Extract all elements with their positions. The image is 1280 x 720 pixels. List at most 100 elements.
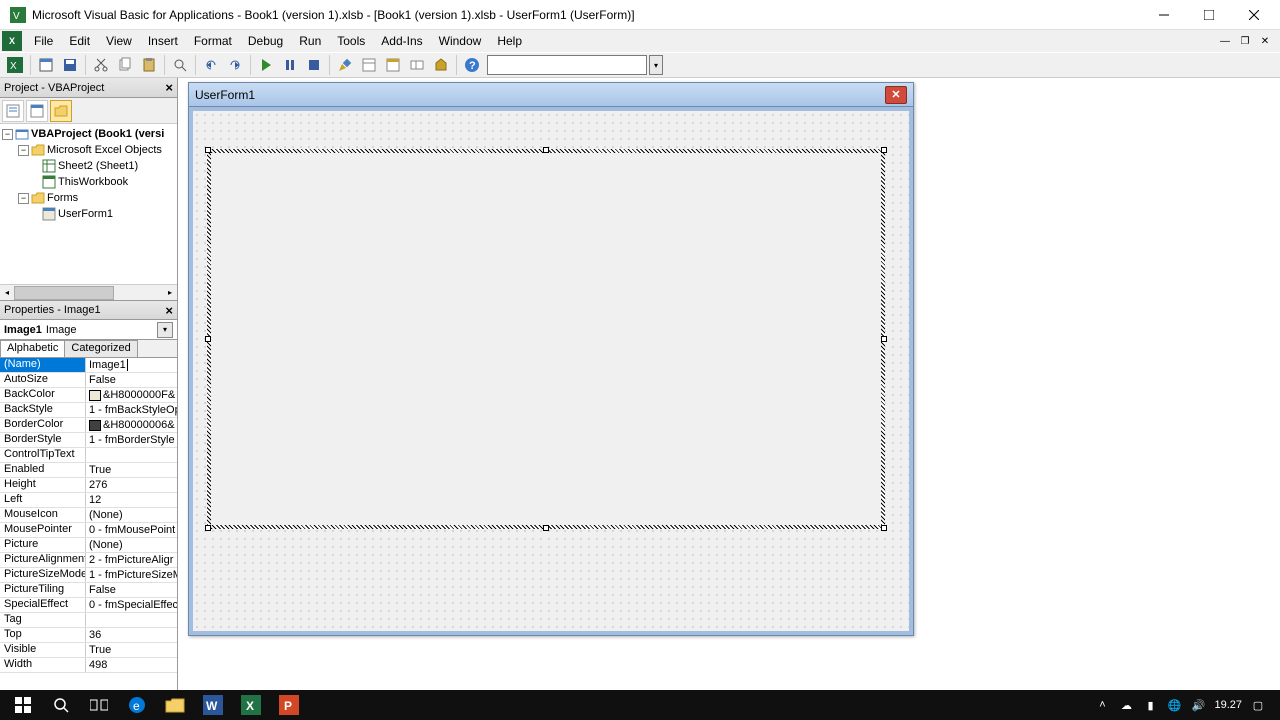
tree-userform[interactable]: UserForm1: [58, 208, 113, 220]
property-row[interactable]: ControlTipText: [0, 448, 177, 463]
property-value[interactable]: (None): [86, 508, 177, 522]
properties-grid[interactable]: (Name)Image1AutoSizeFalseBackColor&H8000…: [0, 358, 177, 690]
property-row[interactable]: PictureTilingFalse: [0, 583, 177, 598]
design-mode-button[interactable]: [334, 54, 356, 76]
property-row[interactable]: PictureSizeMode1 - fmPictureSizeM: [0, 568, 177, 583]
resize-handle-s[interactable]: [543, 525, 549, 531]
property-value[interactable]: True: [86, 643, 177, 657]
save-button[interactable]: [59, 54, 81, 76]
find-button[interactable]: [169, 54, 191, 76]
property-row[interactable]: SpecialEffect0 - fmSpecialEffec: [0, 598, 177, 613]
break-button[interactable]: [279, 54, 301, 76]
procedure-dropdown-arrow[interactable]: ▾: [649, 55, 663, 75]
property-value[interactable]: 2 - fmPictureAligr: [86, 553, 177, 567]
property-row[interactable]: Tag: [0, 613, 177, 628]
taskbar-explorer[interactable]: [156, 690, 194, 720]
tray-chevron-icon[interactable]: ˄: [1094, 697, 1110, 713]
toggle-folders-button[interactable]: [50, 100, 72, 122]
property-value[interactable]: 12: [86, 493, 177, 507]
menu-window[interactable]: Window: [431, 32, 490, 50]
property-row[interactable]: Width498: [0, 658, 177, 673]
tree-sheet[interactable]: Sheet2 (Sheet1): [58, 160, 138, 172]
tray-onedrive-icon[interactable]: ☁: [1118, 697, 1134, 713]
property-value[interactable]: 0 - fmSpecialEffec: [86, 598, 177, 612]
task-view-button[interactable]: [80, 690, 118, 720]
view-code-button[interactable]: [2, 100, 24, 122]
property-row[interactable]: MousePointer0 - fmMousePoint: [0, 523, 177, 538]
userform-close-button[interactable]: ✕: [885, 86, 907, 104]
taskbar-excel[interactable]: X: [232, 690, 270, 720]
property-value[interactable]: &H8000000F&: [86, 388, 177, 402]
property-value[interactable]: 276: [86, 478, 177, 492]
property-value[interactable]: [86, 448, 177, 462]
taskbar-powerpoint[interactable]: P: [270, 690, 308, 720]
property-row[interactable]: Left12: [0, 493, 177, 508]
mdi-restore-button[interactable]: ❐: [1236, 33, 1254, 49]
userform-designer-window[interactable]: UserForm1 ✕: [188, 82, 914, 636]
close-button[interactable]: [1231, 1, 1276, 29]
property-row[interactable]: Top36: [0, 628, 177, 643]
property-value[interactable]: True: [86, 463, 177, 477]
undo-button[interactable]: [200, 54, 222, 76]
project-explorer-button[interactable]: [358, 54, 380, 76]
view-excel-button[interactable]: X: [4, 54, 26, 76]
tree-root[interactable]: VBAProject (Book1 (versi: [31, 128, 164, 140]
toolbox-button[interactable]: [430, 54, 452, 76]
redo-button[interactable]: [224, 54, 246, 76]
property-value[interactable]: 1 - fmBorderStyle: [86, 433, 177, 447]
run-button[interactable]: [255, 54, 277, 76]
menu-format[interactable]: Format: [186, 32, 240, 50]
taskbar-edge[interactable]: e: [118, 690, 156, 720]
userform-titlebar[interactable]: UserForm1 ✕: [189, 83, 913, 107]
property-row[interactable]: Height276: [0, 478, 177, 493]
menu-addins[interactable]: Add-Ins: [373, 32, 430, 50]
property-value[interactable]: 1 - fmPictureSizeM: [86, 568, 177, 582]
resize-handle-sw[interactable]: [205, 525, 211, 531]
tree-excel-objects[interactable]: Microsoft Excel Objects: [47, 144, 162, 156]
maximize-button[interactable]: [1186, 1, 1231, 29]
project-tree[interactable]: −VBAProject (Book1 (versi −Microsoft Exc…: [0, 124, 177, 284]
tray-volume-icon[interactable]: 🔊: [1190, 697, 1206, 713]
property-value[interactable]: (None): [86, 538, 177, 552]
property-row[interactable]: BackStyle1 - fmBackStyleOp: [0, 403, 177, 418]
property-value[interactable]: False: [86, 583, 177, 597]
mdi-minimize-button[interactable]: —: [1216, 33, 1234, 49]
mdi-close-button[interactable]: ✕: [1256, 33, 1274, 49]
properties-window-button[interactable]: [382, 54, 404, 76]
menu-file[interactable]: File: [26, 32, 61, 50]
property-value[interactable]: 0 - fmMousePoint: [86, 523, 177, 537]
procedure-dropdown[interactable]: [487, 55, 647, 75]
property-row[interactable]: BorderStyle1 - fmBorderStyle: [0, 433, 177, 448]
tab-categorized[interactable]: Categorized: [64, 340, 137, 357]
tab-alphabetic[interactable]: Alphabetic: [0, 340, 65, 357]
property-row[interactable]: BackColor&H8000000F&: [0, 388, 177, 403]
paste-button[interactable]: [138, 54, 160, 76]
tray-clock[interactable]: 19.27: [1214, 699, 1242, 711]
resize-handle-e[interactable]: [881, 336, 887, 342]
property-value[interactable]: False: [86, 373, 177, 387]
property-row[interactable]: VisibleTrue: [0, 643, 177, 658]
property-row[interactable]: Picture(None): [0, 538, 177, 553]
reset-button[interactable]: [303, 54, 325, 76]
resize-handle-nw[interactable]: [205, 147, 211, 153]
minimize-button[interactable]: [1141, 1, 1186, 29]
properties-object-dropdown-arrow[interactable]: ▾: [157, 322, 173, 338]
property-value[interactable]: 1 - fmBackStyleOp: [86, 403, 177, 417]
tree-forms[interactable]: Forms: [47, 192, 78, 204]
menu-run[interactable]: Run: [291, 32, 329, 50]
cut-button[interactable]: [90, 54, 112, 76]
properties-object-selector[interactable]: Image1 Image ▾: [0, 320, 177, 340]
property-row[interactable]: PictureAlignment2 - fmPictureAligr: [0, 553, 177, 568]
property-row[interactable]: BorderColor&H80000006&: [0, 418, 177, 433]
property-row[interactable]: MouseIcon(None): [0, 508, 177, 523]
menu-help[interactable]: Help: [489, 32, 530, 50]
menu-view[interactable]: View: [98, 32, 140, 50]
taskbar-word[interactable]: W: [194, 690, 232, 720]
userform-canvas[interactable]: [193, 111, 909, 631]
tree-workbook[interactable]: ThisWorkbook: [58, 176, 128, 188]
project-panel-close-button[interactable]: ×: [165, 80, 173, 95]
menu-edit[interactable]: Edit: [61, 32, 98, 50]
resize-handle-ne[interactable]: [881, 147, 887, 153]
search-button[interactable]: [42, 690, 80, 720]
menu-debug[interactable]: Debug: [240, 32, 291, 50]
